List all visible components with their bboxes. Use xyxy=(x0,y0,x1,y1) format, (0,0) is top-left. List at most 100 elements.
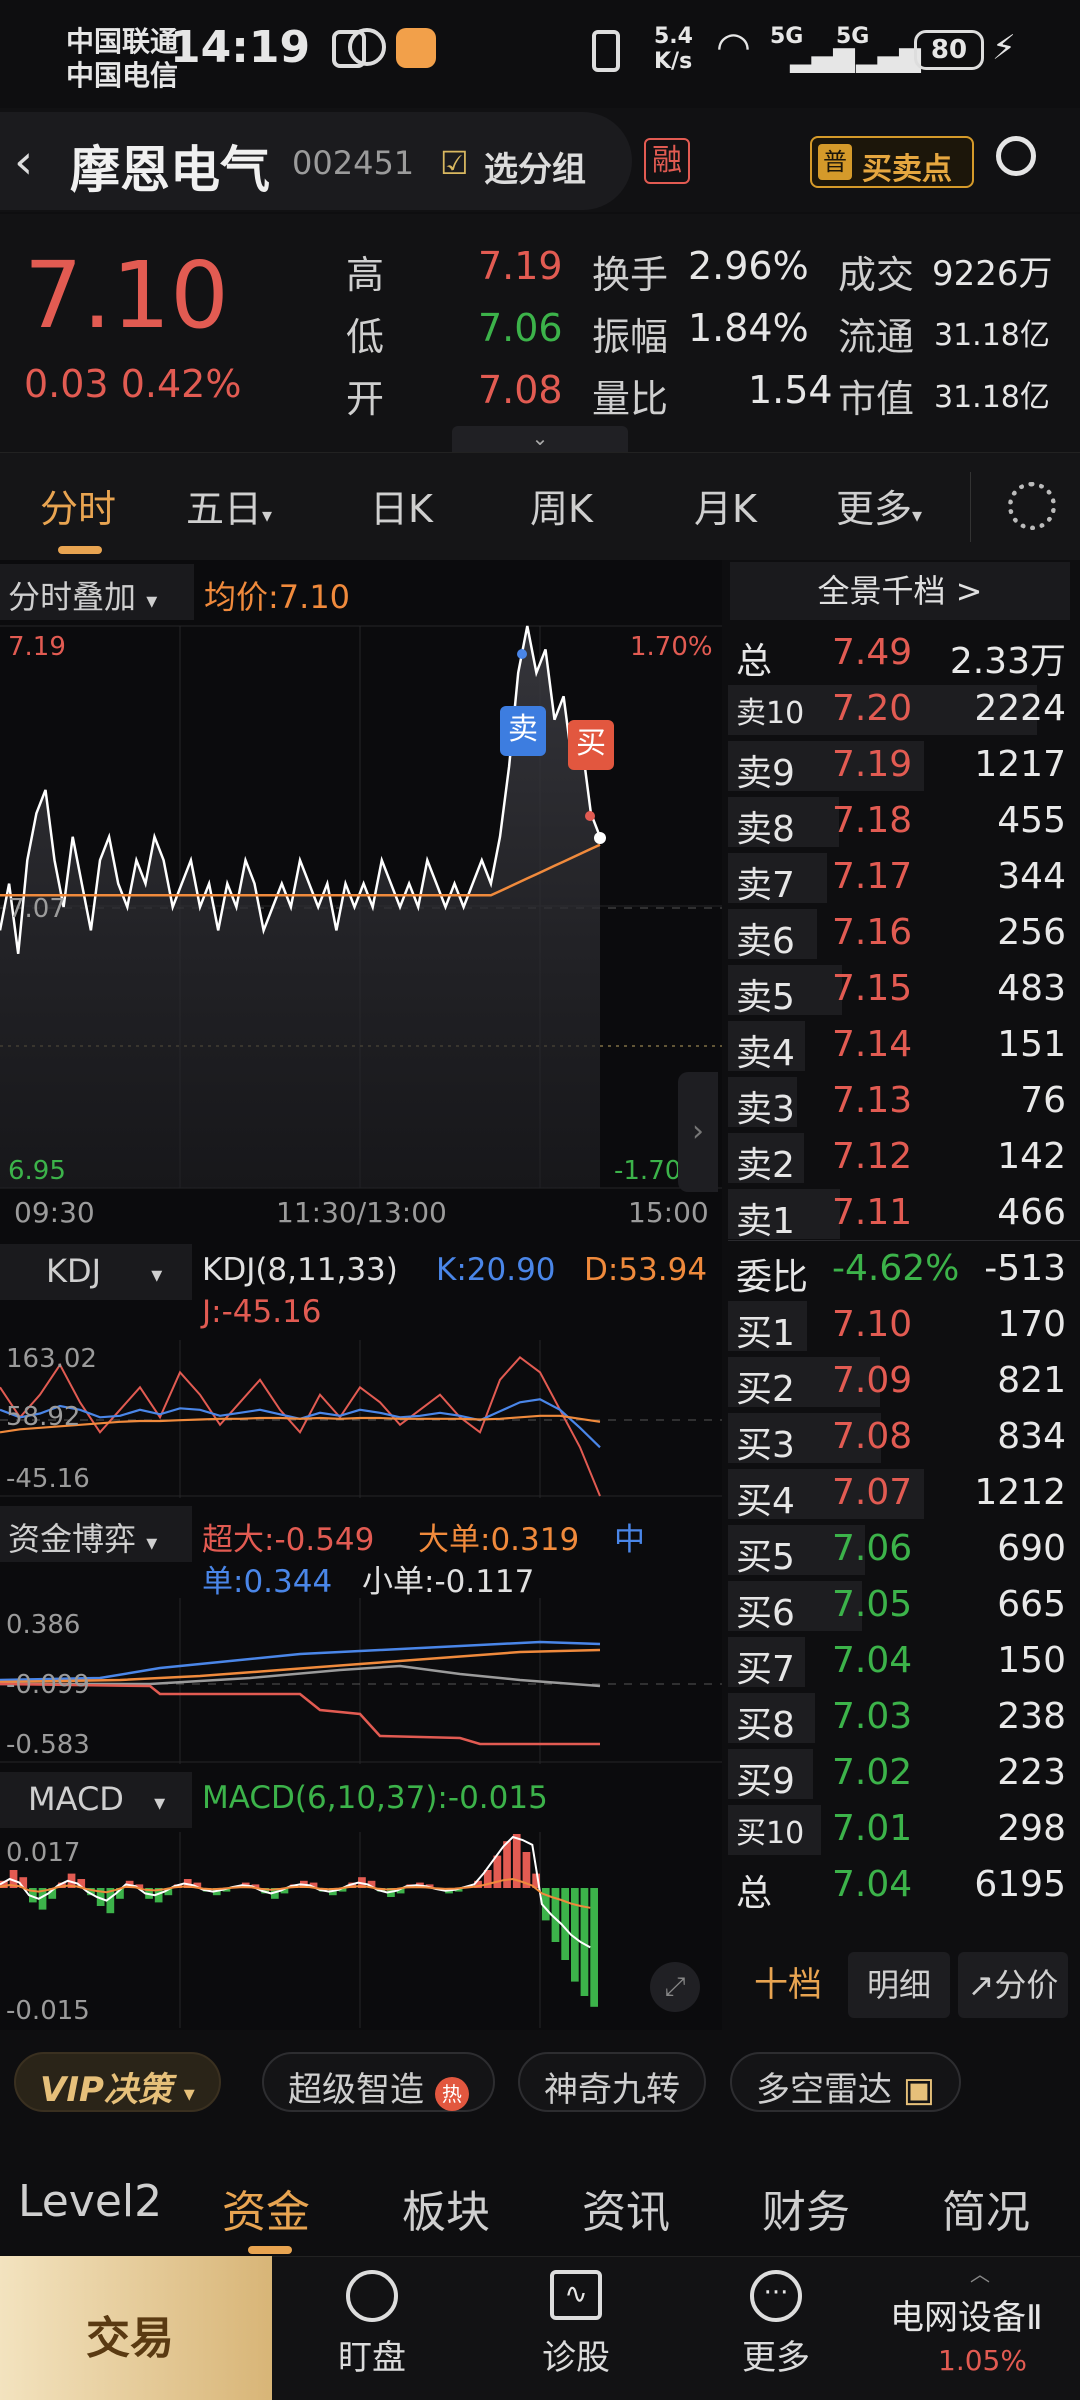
fullscreen-icon[interactable]: ⤢ xyxy=(650,1962,700,2012)
bid-row-7[interactable]: 买7 7.04 150 xyxy=(728,1634,1080,1690)
ask-row-5[interactable]: 卖5 7.15 483 xyxy=(728,962,1080,1018)
expand-chevron-icon[interactable]: ⌄ xyxy=(452,426,628,452)
bid-total-row[interactable]: 总 7.04 6195 xyxy=(728,1858,1080,1914)
price-dist-icon: ↗ xyxy=(967,1966,995,2004)
level-volume: 6195 xyxy=(974,1864,1066,1905)
overlay-selector[interactable]: 分时叠加 ▾ xyxy=(8,572,157,618)
level-price: 7.16 xyxy=(832,912,913,953)
tab-week-k[interactable]: 周K xyxy=(530,478,593,533)
level-volume: 151 xyxy=(997,1024,1066,1065)
trade-button[interactable]: 交易 xyxy=(0,2256,272,2400)
tab-month-k[interactable]: 月K xyxy=(694,478,757,533)
high-label: 高 xyxy=(346,253,385,297)
level-label: 买4 xyxy=(736,1481,795,1522)
funds-y2: -0.099 xyxy=(6,1670,90,1700)
intraday-chart[interactable] xyxy=(0,625,722,1190)
tab-funds[interactable]: 资金 xyxy=(222,2176,310,2240)
macd-selector[interactable]: MACD ▾ xyxy=(28,1780,165,1818)
level-price: 7.18 xyxy=(832,800,913,841)
level-price: 7.09 xyxy=(832,1360,913,1401)
collapse-orderbook-handle[interactable]: › xyxy=(678,1072,718,1192)
details-button[interactable]: 明细 xyxy=(848,1952,950,2018)
level-price: 7.04 xyxy=(832,1864,913,1905)
ratio-value: -4.62% xyxy=(832,1248,960,1289)
search-icon[interactable] xyxy=(996,136,1036,176)
ask-row-1[interactable]: 卖1 7.11 466 xyxy=(728,1186,1080,1242)
macd-dif-line xyxy=(0,1835,591,1949)
tab-intraday[interactable]: 分时 xyxy=(40,478,116,533)
ask-row-6[interactable]: 卖6 7.16 256 xyxy=(728,906,1080,962)
price-dist-button[interactable]: ↗分价 xyxy=(958,1952,1068,2018)
back-arrow-icon[interactable]: ‹ xyxy=(14,134,33,190)
float-label: 流通 xyxy=(838,315,915,359)
magic-nine-tag[interactable]: 神奇九转 xyxy=(518,2052,706,2112)
level-label: 买6 xyxy=(736,1593,795,1634)
macd-histogram xyxy=(0,1834,598,2007)
ask-row-4[interactable]: 卖4 7.14 151 xyxy=(728,1018,1080,1074)
panorama-depth-link[interactable]: 全景千档 > xyxy=(730,562,1070,620)
long-short-radar-tag[interactable]: 多空雷达 ▣ xyxy=(730,2052,961,2112)
level-label: 卖10 xyxy=(736,696,805,731)
bid-row-2[interactable]: 买2 7.09 821 xyxy=(728,1354,1080,1410)
level-label: 买7 xyxy=(736,1649,795,1690)
tab-five-day[interactable]: 五日▾ xyxy=(186,478,272,533)
tab-finance[interactable]: 财务 xyxy=(762,2176,850,2240)
level-label: 卖7 xyxy=(736,865,795,906)
macd-chart[interactable] xyxy=(0,1832,722,2028)
kdj-params: KDJ(8,11,33) xyxy=(202,1252,398,1288)
bid-row-3[interactable]: 买3 7.08 834 xyxy=(728,1410,1080,1466)
tab-sector[interactable]: 板块 xyxy=(402,2176,490,2240)
ask-row-7[interactable]: 卖7 7.17 344 xyxy=(728,850,1080,906)
tab-level2[interactable]: Level2 xyxy=(18,2176,162,2227)
sector-name[interactable]: 电网设备Ⅱ xyxy=(890,2290,1043,2339)
ask-row-8[interactable]: 卖8 7.18 455 xyxy=(728,794,1080,850)
funds-selector[interactable]: 资金博弈 ▾ xyxy=(8,1514,157,1560)
ten-levels-button[interactable]: 十档 xyxy=(728,1952,848,2018)
macd-y1: 0.017 xyxy=(6,1838,81,1868)
ask-total-row[interactable]: 总 7.49 2.33万 xyxy=(728,626,1080,682)
watch-button[interactable]: 盯盘 xyxy=(292,2330,452,2379)
tab-more[interactable]: 更多▾ xyxy=(836,478,922,533)
super-manufacturing-tag[interactable]: 超级智造 热 xyxy=(262,2052,495,2112)
tab-news[interactable]: 资讯 xyxy=(582,2176,670,2240)
buy-sell-points-button[interactable]: 普 买卖点 xyxy=(810,136,974,188)
ask-row-9[interactable]: 卖9 7.19 1217 xyxy=(728,738,1080,794)
more-button[interactable]: 更多 xyxy=(696,2330,856,2379)
kdj-selector[interactable]: KDJ ▾ xyxy=(46,1252,162,1290)
level-price: 7.49 xyxy=(832,632,913,673)
market-cap-value: 31.18亿 xyxy=(934,380,1050,415)
level-label: 卖5 xyxy=(736,977,795,1018)
level-volume: 142 xyxy=(997,1136,1066,1177)
bid-row-8[interactable]: 买8 7.03 238 xyxy=(728,1690,1080,1746)
ask-row-3[interactable]: 卖3 7.13 76 xyxy=(728,1074,1080,1130)
bid-row-10[interactable]: 买10 7.01 298 xyxy=(728,1802,1080,1858)
funds-chart[interactable] xyxy=(0,1598,722,1764)
level-price: 7.04 xyxy=(832,1640,913,1681)
level-price: 7.07 xyxy=(832,1472,913,1513)
bid-row-4[interactable]: 买4 7.07 1212 xyxy=(728,1466,1080,1522)
stock-name: 摩恩电气 xyxy=(70,141,270,199)
ask-row-10[interactable]: 卖10 7.20 2224 xyxy=(728,682,1080,738)
bid-row-5[interactable]: 买5 7.06 690 xyxy=(728,1522,1080,1578)
level-label: 买8 xyxy=(736,1705,795,1746)
vip-decision-button[interactable]: VIP决策 ▾ xyxy=(14,2052,221,2112)
kdj-chart[interactable] xyxy=(0,1340,722,1498)
bid-row-1[interactable]: 买1 7.10 170 xyxy=(728,1298,1080,1354)
buy-marker[interactable]: 买 xyxy=(568,720,614,770)
bid-row-6[interactable]: 买6 7.05 665 xyxy=(728,1578,1080,1634)
ask-row-2[interactable]: 卖2 7.12 142 xyxy=(728,1130,1080,1186)
low-label: 低 xyxy=(346,315,385,359)
amplitude-value: 1.84% xyxy=(688,306,809,350)
tab-profile[interactable]: 简况 xyxy=(942,2176,1030,2240)
level-volume: 483 xyxy=(997,968,1066,1009)
level-label: 买3 xyxy=(736,1425,795,1466)
tab-day-k[interactable]: 日K xyxy=(370,478,433,533)
kdj-j-value: J:-45.16 xyxy=(202,1294,322,1330)
funds-mid-b: 单:0.344 xyxy=(202,1564,333,1600)
sell-marker[interactable]: 卖 xyxy=(500,706,546,756)
diagnose-button[interactable]: 诊股 xyxy=(496,2330,656,2379)
select-group-button[interactable]: 选分组 xyxy=(484,142,586,191)
level-volume: 238 xyxy=(997,1696,1066,1737)
bid-row-9[interactable]: 买9 7.02 223 xyxy=(728,1746,1080,1802)
settings-gear-icon[interactable] xyxy=(1008,482,1056,530)
